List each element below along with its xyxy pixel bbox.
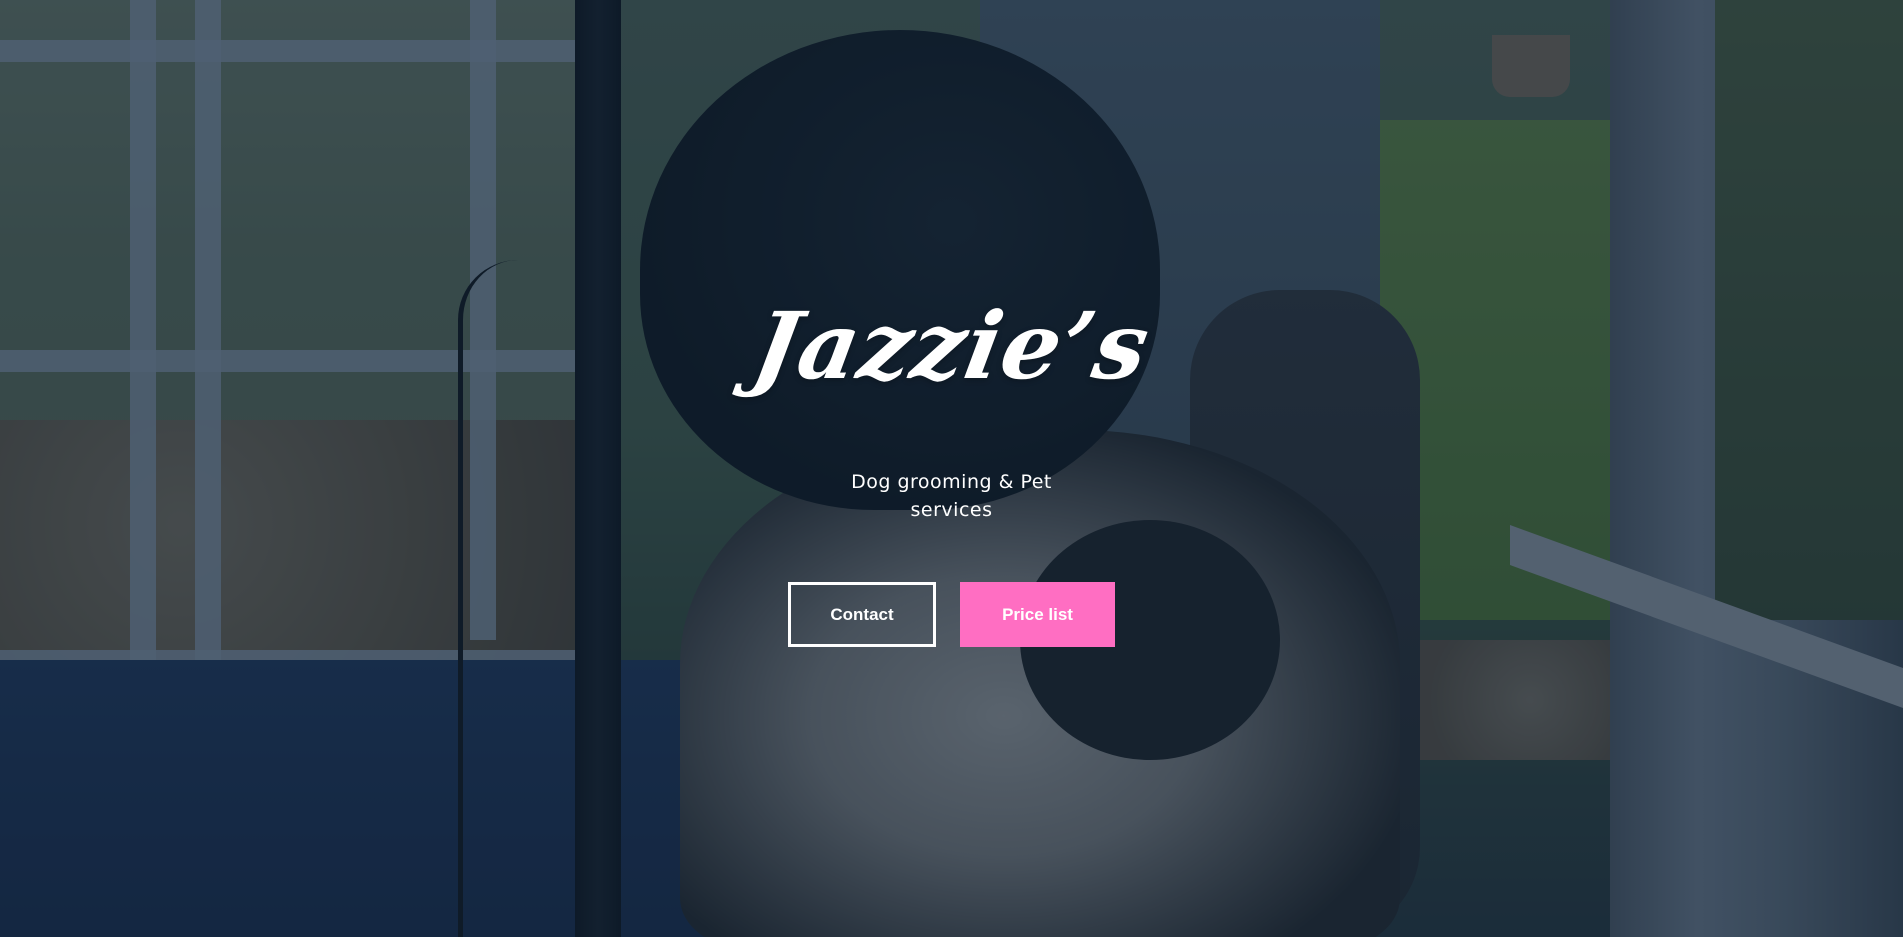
hero-tagline: Dog grooming & Pet services — [851, 471, 1052, 521]
hero-content: Jazzie’s Dog grooming & Pet services Con… — [0, 0, 1903, 937]
hero-section: Jazzie’s Dog grooming & Pet services Con… — [0, 0, 1903, 937]
contact-button[interactable]: Contact — [788, 582, 936, 647]
hero-actions: Contact Price list — [788, 582, 1115, 647]
brand-logo: Jazzie’s — [745, 292, 1158, 400]
price-list-button[interactable]: Price list — [960, 582, 1115, 647]
